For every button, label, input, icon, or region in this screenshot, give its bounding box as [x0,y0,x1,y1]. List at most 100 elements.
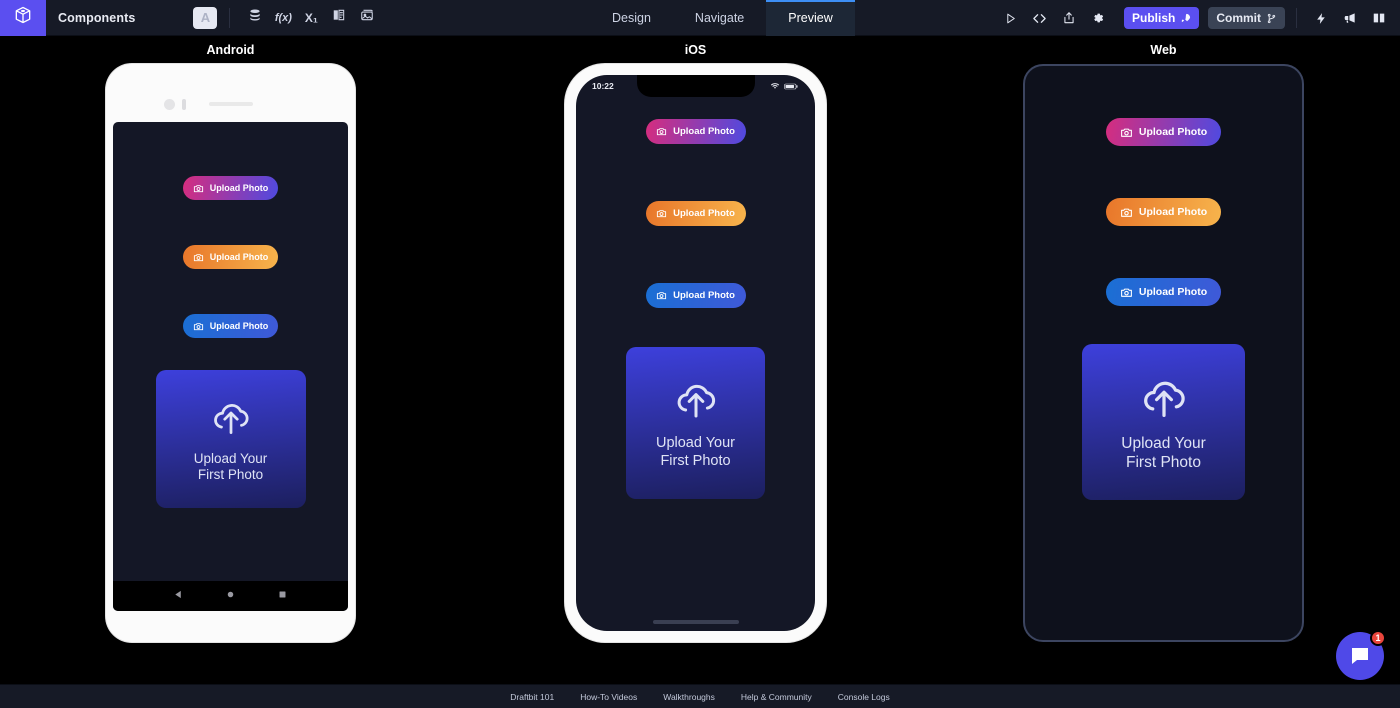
panel-title-web: Web [1150,43,1177,57]
activity-button[interactable] [1308,5,1334,31]
card-line-1: Upload Your [655,435,735,452]
chat-launcher-button[interactable]: 1 [1336,630,1386,680]
app-logo-button[interactable] [0,0,46,36]
footer-link-draftbit-101[interactable]: Draftbit 101 [510,692,554,702]
android-camera-lens-icon [164,99,175,110]
data-stack-button[interactable] [242,6,268,30]
footer-link-help-community[interactable]: Help & Community [741,692,812,702]
camera-icon [1120,288,1132,297]
upload-photo-button-pink[interactable]: Upload Photo [645,119,746,144]
docs-button[interactable] [1366,5,1392,31]
panel-title-ios: iOS [684,43,707,57]
upload-first-photo-card[interactable]: Upload Your First Photo [1082,344,1245,500]
cloud-upload-icon [1143,381,1185,418]
tab-navigate[interactable]: Navigate [673,0,766,36]
ios-device-frame: 10:22 Upload Photo Upload Photo Upload P… [565,64,826,642]
android-sensor-icon [182,99,186,110]
design-tools-group: A f(x) X₁ [193,6,380,30]
variable-icon: X₁ [304,10,318,25]
card-line-2: First Photo [660,453,731,469]
text-tool-button[interactable]: A [193,6,218,29]
ios-screen: 10:22 Upload Photo Upload Photo Upload P… [576,75,815,631]
ios-clock: 10:22 [592,81,614,91]
text-tool-glyph: A [200,10,211,25]
footer-link-console-logs[interactable]: Console Logs [838,692,890,702]
button-label: Upload Photo [673,208,735,219]
web-device-frame: Upload Photo Upload Photo Upload Photo U… [1023,64,1304,642]
button-label: Upload Photo [1138,206,1208,218]
button-label: Upload Photo [673,290,735,301]
android-nav-bar [113,581,348,611]
ios-status-bar: 10:22 [576,75,815,97]
ios-status-right [770,81,799,91]
upload-photo-button-orange[interactable]: Upload Photo [1106,198,1221,226]
upload-photo-button-blue[interactable]: Upload Photo [1106,278,1221,306]
camera-icon [193,322,203,330]
git-branch-icon [1267,13,1276,23]
wifi-icon [770,83,780,89]
announcements-button[interactable] [1337,5,1363,31]
tab-design[interactable]: Design [590,0,673,36]
assets-image-icon [360,8,374,27]
settings-gear-icon [1094,13,1104,23]
footer-link-how-to-videos[interactable]: How-To Videos [580,692,637,702]
share-button[interactable] [1056,5,1082,31]
android-device-frame: Upload Photo Upload Photo Upload Photo U… [106,64,355,642]
button-label: Upload Photo [1138,286,1208,298]
code-button[interactable] [1027,5,1053,31]
assets-button[interactable] [354,6,380,30]
megaphone-icon [1344,13,1355,23]
upload-photo-button-pink[interactable]: Upload Photo [1106,118,1221,146]
ios-home-indicator[interactable] [652,620,739,624]
nav-home-icon[interactable] [225,587,236,605]
publish-button[interactable]: Publish [1123,7,1200,29]
upload-photo-button-pink[interactable]: Upload Photo [183,176,278,200]
camera-icon [657,128,667,136]
ios-content: Upload Photo Upload Photo Upload Photo U… [576,119,815,499]
function-button[interactable]: f(x) [270,6,296,30]
nav-back-icon[interactable] [173,587,184,605]
variable-button[interactable]: X₁ [298,6,324,30]
android-earpiece-icon [208,102,253,106]
lightning-bolt-icon [1316,12,1325,24]
cloud-upload-icon [677,385,715,418]
card-line-2: First Photo [1126,454,1201,471]
card-text: Upload Your First Photo [194,451,268,484]
card-line-1: Upload Your [1121,435,1206,453]
footer-bar: Draftbit 101 How-To Videos Walkthroughs … [0,684,1400,708]
camera-icon [657,210,667,218]
upload-photo-button-blue[interactable]: Upload Photo [183,314,278,338]
toolbar-divider-right [1296,8,1297,28]
card-line-2: First Photo [197,467,264,482]
button-label: Upload Photo [209,321,269,331]
data-stack-icon [248,8,262,27]
camera-icon [657,292,667,300]
upload-photo-button-orange[interactable]: Upload Photo [183,245,278,269]
function-icon: f(x) [274,11,292,24]
panel-title-android: Android [206,43,255,57]
toolbar-divider [229,7,231,28]
upload-first-photo-card[interactable]: Upload Your First Photo [626,347,765,499]
tab-preview[interactable]: Preview [766,0,856,36]
android-camera-cluster [164,99,186,110]
code-icon [1033,13,1047,23]
upload-photo-button-orange[interactable]: Upload Photo [645,201,746,226]
nav-recents-icon[interactable] [277,587,288,605]
camera-icon [1120,208,1132,217]
footer-link-walkthroughs[interactable]: Walkthroughs [663,692,715,702]
panel-ios: iOS [565,36,826,57]
upload-first-photo-card[interactable]: Upload Your First Photo [155,370,306,508]
mode-tabs: Design Navigate Preview [590,0,856,36]
android-status-bar [113,122,348,138]
commit-button[interactable]: Commit [1208,7,1285,29]
app-root: Components A f(x) X₁ Design Navigate Pre… [0,0,1400,708]
card-text: Upload Your First Photo [656,435,735,470]
theme-palette-button[interactable] [326,6,352,30]
upload-photo-button-blue[interactable]: Upload Photo [645,283,746,308]
button-label: Upload Photo [1138,126,1208,138]
settings-button[interactable] [1085,5,1111,31]
share-export-icon [1064,12,1074,24]
camera-icon [193,253,203,261]
play-button[interactable] [998,5,1024,31]
button-label: Upload Photo [209,183,269,193]
